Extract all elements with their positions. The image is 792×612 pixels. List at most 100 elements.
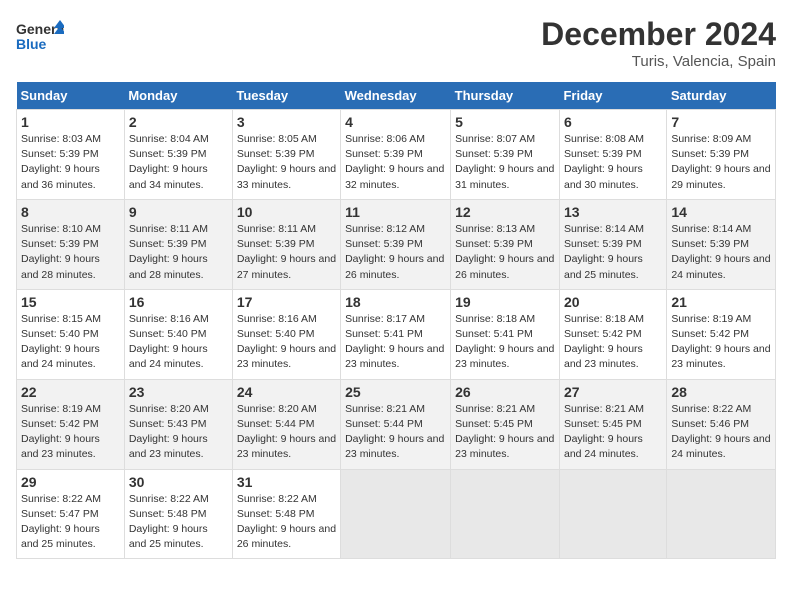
table-row: 22 Sunrise: 8:19 AMSunset: 5:42 PMDaylig… [17,379,125,469]
header-thursday: Thursday [451,82,560,110]
day-detail: Sunrise: 8:11 AMSunset: 5:39 PMDaylight:… [237,223,336,281]
table-row: 17 Sunrise: 8:16 AMSunset: 5:40 PMDaylig… [232,289,340,379]
table-row: 8 Sunrise: 8:10 AMSunset: 5:39 PMDayligh… [17,199,125,289]
day-number: 25 [345,384,446,400]
logo: General Blue [16,16,64,58]
table-row [559,469,666,559]
table-row [451,469,560,559]
day-number: 7 [671,114,771,130]
table-row: 25 Sunrise: 8:21 AMSunset: 5:44 PMDaylig… [341,379,451,469]
month-title: December 2024 [541,16,776,53]
table-row: 9 Sunrise: 8:11 AMSunset: 5:39 PMDayligh… [124,199,232,289]
day-detail: Sunrise: 8:22 AMSunset: 5:46 PMDaylight:… [671,403,770,461]
day-detail: Sunrise: 8:18 AMSunset: 5:41 PMDaylight:… [455,313,554,371]
header-wednesday: Wednesday [341,82,451,110]
day-number: 9 [129,204,228,220]
header-saturday: Saturday [667,82,776,110]
header-sunday: Sunday [17,82,125,110]
table-row: 18 Sunrise: 8:17 AMSunset: 5:41 PMDaylig… [341,289,451,379]
day-number: 15 [21,294,120,310]
day-detail: Sunrise: 8:07 AMSunset: 5:39 PMDaylight:… [455,133,554,191]
svg-text:General: General [16,21,64,37]
table-row: 10 Sunrise: 8:11 AMSunset: 5:39 PMDaylig… [232,199,340,289]
calendar-header-row: Sunday Monday Tuesday Wednesday Thursday… [17,82,776,110]
table-row: 6 Sunrise: 8:08 AMSunset: 5:39 PMDayligh… [559,110,666,200]
day-number: 27 [564,384,662,400]
table-row: 11 Sunrise: 8:12 AMSunset: 5:39 PMDaylig… [341,199,451,289]
day-detail: Sunrise: 8:03 AMSunset: 5:39 PMDaylight:… [21,133,101,191]
table-row: 31 Sunrise: 8:22 AMSunset: 5:48 PMDaylig… [232,469,340,559]
table-row: 20 Sunrise: 8:18 AMSunset: 5:42 PMDaylig… [559,289,666,379]
day-detail: Sunrise: 8:21 AMSunset: 5:44 PMDaylight:… [345,403,444,461]
table-row [341,469,451,559]
day-detail: Sunrise: 8:18 AMSunset: 5:42 PMDaylight:… [564,313,644,371]
table-row: 19 Sunrise: 8:18 AMSunset: 5:41 PMDaylig… [451,289,560,379]
day-detail: Sunrise: 8:08 AMSunset: 5:39 PMDaylight:… [564,133,644,191]
day-number: 22 [21,384,120,400]
day-number: 31 [237,474,336,490]
day-detail: Sunrise: 8:14 AMSunset: 5:39 PMDaylight:… [671,223,770,281]
day-detail: Sunrise: 8:13 AMSunset: 5:39 PMDaylight:… [455,223,554,281]
day-detail: Sunrise: 8:04 AMSunset: 5:39 PMDaylight:… [129,133,209,191]
day-number: 18 [345,294,446,310]
header-friday: Friday [559,82,666,110]
calendar-week-row: 29 Sunrise: 8:22 AMSunset: 5:47 PMDaylig… [17,469,776,559]
table-row: 2 Sunrise: 8:04 AMSunset: 5:39 PMDayligh… [124,110,232,200]
calendar-week-row: 1 Sunrise: 8:03 AMSunset: 5:39 PMDayligh… [17,110,776,200]
table-row: 4 Sunrise: 8:06 AMSunset: 5:39 PMDayligh… [341,110,451,200]
day-number: 16 [129,294,228,310]
table-row [667,469,776,559]
table-row: 12 Sunrise: 8:13 AMSunset: 5:39 PMDaylig… [451,199,560,289]
title-block: December 2024 Turis, Valencia, Spain [541,16,776,70]
day-number: 1 [21,114,120,130]
day-number: 21 [671,294,771,310]
table-row: 28 Sunrise: 8:22 AMSunset: 5:46 PMDaylig… [667,379,776,469]
table-row: 30 Sunrise: 8:22 AMSunset: 5:48 PMDaylig… [124,469,232,559]
day-detail: Sunrise: 8:09 AMSunset: 5:39 PMDaylight:… [671,133,770,191]
day-number: 30 [129,474,228,490]
header-monday: Monday [124,82,232,110]
calendar-week-row: 15 Sunrise: 8:15 AMSunset: 5:40 PMDaylig… [17,289,776,379]
table-row: 7 Sunrise: 8:09 AMSunset: 5:39 PMDayligh… [667,110,776,200]
day-detail: Sunrise: 8:05 AMSunset: 5:39 PMDaylight:… [237,133,336,191]
day-number: 8 [21,204,120,220]
day-detail: Sunrise: 8:22 AMSunset: 5:47 PMDaylight:… [21,493,101,551]
table-row: 14 Sunrise: 8:14 AMSunset: 5:39 PMDaylig… [667,199,776,289]
day-detail: Sunrise: 8:11 AMSunset: 5:39 PMDaylight:… [129,223,208,281]
day-number: 5 [455,114,555,130]
day-number: 19 [455,294,555,310]
day-number: 13 [564,204,662,220]
day-number: 17 [237,294,336,310]
table-row: 24 Sunrise: 8:20 AMSunset: 5:44 PMDaylig… [232,379,340,469]
table-row: 27 Sunrise: 8:21 AMSunset: 5:45 PMDaylig… [559,379,666,469]
day-number: 12 [455,204,555,220]
day-number: 23 [129,384,228,400]
table-row: 1 Sunrise: 8:03 AMSunset: 5:39 PMDayligh… [17,110,125,200]
day-detail: Sunrise: 8:19 AMSunset: 5:42 PMDaylight:… [671,313,770,371]
table-row: 16 Sunrise: 8:16 AMSunset: 5:40 PMDaylig… [124,289,232,379]
table-row: 13 Sunrise: 8:14 AMSunset: 5:39 PMDaylig… [559,199,666,289]
day-detail: Sunrise: 8:19 AMSunset: 5:42 PMDaylight:… [21,403,101,461]
day-number: 2 [129,114,228,130]
header-tuesday: Tuesday [232,82,340,110]
day-detail: Sunrise: 8:22 AMSunset: 5:48 PMDaylight:… [237,493,336,551]
calendar-table: Sunday Monday Tuesday Wednesday Thursday… [16,82,776,559]
page-header: General Blue December 2024 Turis, Valenc… [16,16,776,70]
day-detail: Sunrise: 8:06 AMSunset: 5:39 PMDaylight:… [345,133,444,191]
day-detail: Sunrise: 8:21 AMSunset: 5:45 PMDaylight:… [455,403,554,461]
day-number: 6 [564,114,662,130]
day-detail: Sunrise: 8:20 AMSunset: 5:44 PMDaylight:… [237,403,336,461]
table-row: 3 Sunrise: 8:05 AMSunset: 5:39 PMDayligh… [232,110,340,200]
table-row: 15 Sunrise: 8:15 AMSunset: 5:40 PMDaylig… [17,289,125,379]
table-row: 21 Sunrise: 8:19 AMSunset: 5:42 PMDaylig… [667,289,776,379]
day-detail: Sunrise: 8:12 AMSunset: 5:39 PMDaylight:… [345,223,444,281]
day-number: 28 [671,384,771,400]
table-row: 5 Sunrise: 8:07 AMSunset: 5:39 PMDayligh… [451,110,560,200]
calendar-week-row: 22 Sunrise: 8:19 AMSunset: 5:42 PMDaylig… [17,379,776,469]
table-row: 23 Sunrise: 8:20 AMSunset: 5:43 PMDaylig… [124,379,232,469]
day-detail: Sunrise: 8:14 AMSunset: 5:39 PMDaylight:… [564,223,644,281]
day-number: 4 [345,114,446,130]
day-number: 20 [564,294,662,310]
day-detail: Sunrise: 8:15 AMSunset: 5:40 PMDaylight:… [21,313,101,371]
day-number: 14 [671,204,771,220]
